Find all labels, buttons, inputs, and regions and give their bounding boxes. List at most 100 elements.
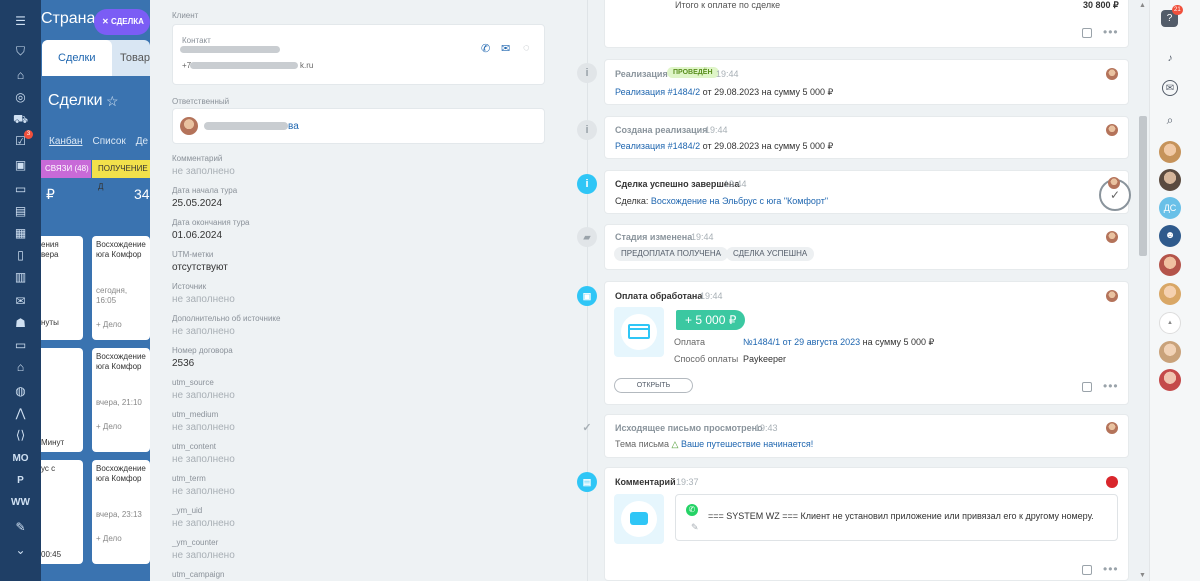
user-avatar-initials[interactable]: ДС: [1159, 197, 1181, 219]
kanban-card[interactable]: Восхождение юга Комфор сегодня, 16:05 + …: [92, 236, 150, 340]
deal-link[interactable]: Восхождение на Эльбрус с юга "Комфорт": [651, 196, 828, 206]
document-icon[interactable]: ▯: [0, 246, 41, 264]
contacts-icon[interactable]: ☗: [0, 314, 41, 332]
contact-email-redacted: [190, 62, 298, 69]
chevron-down-icon[interactable]: ⌄: [0, 541, 41, 559]
bell-icon[interactable]: ♪: [1162, 51, 1178, 67]
note-icon[interactable]: [1082, 565, 1092, 575]
field-label-utm-term: utm_term: [172, 474, 206, 483]
store-icon[interactable]: ⌂: [0, 358, 41, 376]
star-icon[interactable]: ☆: [106, 93, 119, 110]
rail-item-p[interactable]: P: [0, 472, 41, 490]
field-value-comment[interactable]: не заполнено: [172, 166, 235, 177]
open-button[interactable]: ОТКРЫТЬ: [614, 378, 693, 393]
event-title: Комментарий: [615, 477, 676, 487]
more-icon[interactable]: •••: [1103, 379, 1119, 393]
feed-icon[interactable]: ▤: [0, 202, 41, 220]
scroll-down-icon[interactable]: ▼: [1139, 572, 1146, 579]
field-value-utm[interactable]: отсутствуют: [172, 262, 228, 273]
kanban-card[interactable]: ения вера нуты: [41, 236, 83, 340]
filter-icon[interactable]: ⛉: [0, 42, 41, 60]
comment-tile: [614, 494, 664, 544]
realization-link[interactable]: Реализация #1484/2: [615, 87, 700, 97]
calendar-icon[interactable]: ▦: [0, 224, 41, 242]
rail-item-mo[interactable]: MO: [0, 450, 41, 468]
field-value-tour-end[interactable]: 01.06.2024: [172, 230, 222, 241]
user-avatar[interactable]: [1159, 141, 1181, 163]
scroll-up-icon[interactable]: ▲: [1139, 2, 1146, 9]
tab-deals[interactable]: Сделки: [42, 40, 112, 76]
deal-chip[interactable]: ✕ СДЕЛКА: [94, 9, 150, 35]
user-avatar[interactable]: [1159, 254, 1181, 276]
view-more[interactable]: Де: [136, 136, 148, 147]
email-icon[interactable]: ✉: [501, 42, 510, 55]
mail-icon[interactable]: ✉: [0, 292, 41, 310]
field-label-comment: Комментарий: [172, 154, 223, 163]
phone-icon[interactable]: ✆: [481, 42, 490, 55]
database-icon[interactable]: ◍: [0, 382, 41, 400]
info-icon: i: [577, 120, 597, 140]
app-title: Страна: [41, 10, 96, 27]
target-icon[interactable]: ◎: [0, 88, 41, 106]
total-label: Итого к оплате по сделке: [675, 0, 781, 10]
realization-link[interactable]: Реализация #1484/2: [615, 141, 700, 151]
field-label-tour-start: Дата начала тура: [172, 186, 238, 195]
card-deal[interactable]: + Дело: [96, 534, 146, 544]
avatar: [1106, 231, 1118, 243]
card-deal[interactable]: + Дело: [96, 422, 146, 432]
field-value-utm-medium[interactable]: не заполнено: [172, 422, 235, 433]
cart-icon[interactable]: ⛟: [0, 110, 41, 128]
id-card-icon[interactable]: ▭: [0, 336, 41, 354]
rail-item-ww[interactable]: WW: [0, 494, 41, 512]
card-deal[interactable]: + Дело: [96, 320, 146, 330]
event-body: Сделка: Восхождение на Эльбрус с юга "Ко…: [615, 196, 828, 206]
field-label-utm-content: utm_content: [172, 442, 217, 451]
kanban-card[interactable]: Восхождение юга Комфор вчера, 23:13 + Де…: [92, 460, 150, 564]
code-icon[interactable]: ⟨⟩: [0, 426, 41, 444]
user-avatar[interactable]: [1159, 169, 1181, 191]
stage-arrow: →: [714, 248, 723, 258]
group-icon[interactable]: ▣: [0, 156, 41, 174]
view-list[interactable]: Список: [93, 136, 126, 147]
kanban-card[interactable]: Восхождение юга Комфор вчера, 21:10 + Де…: [92, 348, 150, 452]
drive-icon[interactable]: ▥: [0, 268, 41, 286]
field-value-source[interactable]: не заполнено: [172, 294, 235, 305]
field-value-ym-uid[interactable]: не заполнено: [172, 518, 235, 529]
chat-icon[interactable]: ◌: [523, 42, 530, 54]
user-avatar[interactable]: [1159, 369, 1181, 391]
more-icon[interactable]: •••: [1103, 25, 1119, 39]
field-value-utm-content[interactable]: не заполнено: [172, 454, 235, 465]
responsible-name-tail[interactable]: ва: [288, 121, 299, 132]
chat-icon[interactable]: ▭: [0, 180, 41, 198]
field-value-source-extra[interactable]: не заполнено: [172, 326, 235, 337]
email-subject: Тема письма △ Ваше путешествие начинаетс…: [615, 439, 813, 450]
user-avatar[interactable]: [1159, 341, 1181, 363]
home-icon[interactable]: ⌂: [0, 66, 41, 84]
event-title: Исходящее письмо просмотрено: [615, 423, 763, 433]
field-value-tour-start[interactable]: 25.05.2024: [172, 198, 222, 209]
email-subject-link[interactable]: Ваше путешествие начинается!: [681, 439, 813, 449]
more-icon[interactable]: •••: [1103, 562, 1119, 576]
pencil-icon[interactable]: ✎: [691, 522, 699, 533]
note-icon[interactable]: [1082, 28, 1092, 38]
analytics-icon[interactable]: ⋀: [0, 404, 41, 422]
payment-link[interactable]: №1484/1 от 29 августа 2023: [743, 337, 860, 347]
field-value-utm-source[interactable]: не заполнено: [172, 390, 235, 401]
note-icon[interactable]: [1082, 382, 1092, 392]
field-value-contract[interactable]: 2536: [172, 358, 194, 369]
field-value-ym-counter[interactable]: не заполнено: [172, 550, 235, 561]
pen-icon[interactable]: ✎: [0, 518, 41, 536]
search-icon[interactable]: ⌕: [1162, 112, 1178, 128]
contact-email-tail[interactable]: k.ru: [300, 61, 313, 70]
view-kanban[interactable]: Канбан: [41, 136, 83, 147]
kanban-card[interactable]: Минут: [41, 348, 83, 452]
field-value-utm-term[interactable]: не заполнено: [172, 486, 235, 497]
scrollbar-thumb[interactable]: [1139, 116, 1147, 256]
group-chat-icon[interactable]: ☻: [1159, 225, 1181, 247]
tasks-icon[interactable]: ☑: [0, 132, 41, 150]
menu-icon[interactable]: ☰: [0, 12, 41, 30]
user-avatar[interactable]: [1159, 283, 1181, 305]
company-logo-icon[interactable]: ▲: [1159, 312, 1181, 334]
kanban-card[interactable]: ус с 00:45: [41, 460, 83, 564]
messenger-icon[interactable]: ✉: [1162, 80, 1178, 96]
